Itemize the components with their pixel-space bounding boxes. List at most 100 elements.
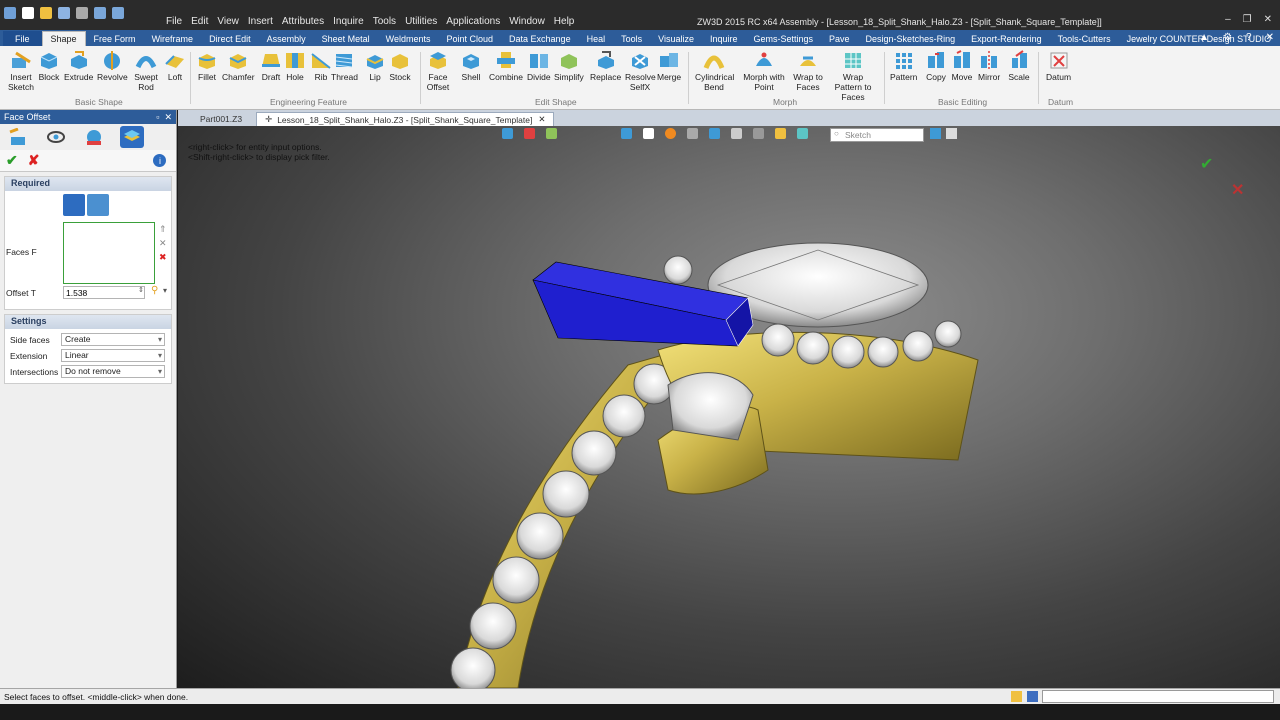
new-file-icon[interactable] bbox=[22, 7, 34, 19]
status-list-icon[interactable] bbox=[1027, 691, 1038, 702]
insert-sketch-button[interactable]: Insert Sketch bbox=[6, 50, 36, 92]
side-faces-dropdown[interactable]: Create bbox=[61, 333, 165, 346]
lip-button[interactable]: Lip bbox=[364, 50, 386, 82]
thread-button[interactable]: Thread bbox=[331, 50, 358, 82]
status-filter-icon[interactable] bbox=[1011, 691, 1022, 702]
tab-shape[interactable]: Shape bbox=[41, 31, 86, 46]
offset-input[interactable] bbox=[63, 286, 145, 299]
face-offset-button[interactable]: Face Offset bbox=[424, 50, 452, 92]
print-icon[interactable] bbox=[76, 7, 88, 19]
scale-button[interactable]: Scale bbox=[1008, 50, 1030, 82]
tab-free-form[interactable]: Free Form bbox=[86, 31, 144, 46]
pattern-button[interactable]: Pattern bbox=[890, 50, 917, 82]
3d-viewport[interactable]: Part001.Z3 ✛ Lesson_18_Split_Shank_Halo.… bbox=[178, 110, 1280, 688]
copy-button[interactable]: Copy bbox=[925, 50, 947, 82]
menu-view[interactable]: View bbox=[217, 16, 239, 27]
tab-wireframe[interactable]: Wireframe bbox=[144, 31, 202, 46]
tab-point-cloud[interactable]: Point Cloud bbox=[439, 31, 502, 46]
replace-button[interactable]: Replace bbox=[590, 50, 621, 82]
hole-button[interactable]: Hole bbox=[284, 50, 306, 82]
morph-with-point-button[interactable]: Morph with Point bbox=[742, 50, 786, 92]
tab-visualize[interactable]: Visualize bbox=[650, 31, 702, 46]
minimize-icon[interactable]: – bbox=[1225, 14, 1231, 25]
cylindrical-bend-button[interactable]: Cylindrical Bend bbox=[695, 50, 734, 92]
menu-insert[interactable]: Insert bbox=[248, 16, 273, 27]
tab-weldments[interactable]: Weldments bbox=[378, 31, 439, 46]
maximize-icon[interactable]: ❐ bbox=[1243, 14, 1252, 25]
face-filter-icon[interactable] bbox=[63, 194, 85, 216]
tab-heal[interactable]: Heal bbox=[579, 31, 614, 46]
menu-edit[interactable]: Edit bbox=[191, 16, 208, 27]
offset-spinner[interactable]: ⇕ bbox=[138, 286, 144, 294]
menu-attributes[interactable]: Attributes bbox=[282, 16, 324, 27]
ok-check-icon[interactable]: ✔ bbox=[6, 152, 18, 169]
shell-button[interactable]: Shell bbox=[460, 50, 482, 82]
stock-button[interactable]: Stock bbox=[389, 50, 411, 82]
panel-pin-icon[interactable]: ▫ bbox=[156, 112, 159, 122]
tab-tools[interactable]: Tools bbox=[613, 31, 650, 46]
resolve-selfx-button[interactable]: Resolve SelfX bbox=[625, 50, 656, 92]
revolve-button[interactable]: Revolve bbox=[97, 50, 128, 82]
remove-item-icon[interactable]: ✕ bbox=[159, 238, 167, 249]
app-logo-icon[interactable] bbox=[4, 7, 16, 19]
tab-export-rendering[interactable]: Export-Rendering bbox=[963, 31, 1050, 46]
menu-applications[interactable]: Applications bbox=[446, 16, 500, 27]
tab-direct-edit[interactable]: Direct Edit bbox=[201, 31, 259, 46]
draft-button[interactable]: Draft bbox=[260, 50, 282, 82]
ribbon-close-icon[interactable]: ✕ bbox=[1266, 32, 1274, 43]
help-icon[interactable]: ? bbox=[1246, 32, 1252, 43]
extrude-button[interactable]: Extrude bbox=[64, 50, 93, 82]
tab-assembly[interactable]: Assembly bbox=[259, 31, 314, 46]
combine-button[interactable]: Combine bbox=[489, 50, 523, 82]
open-file-icon[interactable] bbox=[40, 7, 52, 19]
mirror-button[interactable]: Mirror bbox=[978, 50, 1000, 82]
settings-gear-icon[interactable]: ⚙ bbox=[1223, 32, 1232, 43]
face-offset-tool-icon[interactable] bbox=[120, 126, 144, 148]
history-manager-icon[interactable] bbox=[6, 126, 30, 148]
undo-icon[interactable] bbox=[94, 7, 106, 19]
move-up-icon[interactable]: ⇑ bbox=[159, 224, 167, 235]
delete-item-icon[interactable]: ✖ bbox=[159, 252, 167, 263]
save-icon[interactable] bbox=[58, 7, 70, 19]
menu-file[interactable]: File bbox=[166, 16, 182, 27]
command-input-field[interactable] bbox=[1042, 690, 1274, 703]
menu-window[interactable]: Window bbox=[509, 16, 545, 27]
menu-tools[interactable]: Tools bbox=[373, 16, 396, 27]
swept-rod-button[interactable]: Swept Rod bbox=[134, 50, 158, 92]
tab-pave[interactable]: Pave bbox=[821, 31, 858, 46]
tab-sheet-metal[interactable]: Sheet Metal bbox=[314, 31, 378, 46]
tab-gems-settings[interactable]: Gems-Settings bbox=[746, 31, 822, 46]
faces-list-box[interactable] bbox=[63, 222, 155, 284]
ring-model[interactable] bbox=[178, 110, 1280, 688]
cancel-x-icon[interactable]: ✘ bbox=[28, 152, 40, 169]
extension-dropdown[interactable]: Linear bbox=[61, 349, 165, 362]
divide-button[interactable]: Divide bbox=[527, 50, 551, 82]
wrap-to-faces-button[interactable]: Wrap to Faces bbox=[792, 50, 824, 92]
tab-data-exchange[interactable]: Data Exchange bbox=[501, 31, 579, 46]
tab-inquire[interactable]: Inquire bbox=[702, 31, 746, 46]
block-button[interactable]: Block bbox=[38, 50, 60, 82]
loft-button[interactable]: Loft bbox=[164, 50, 186, 82]
object-manager-icon[interactable] bbox=[82, 126, 106, 148]
simplify-button[interactable]: Simplify bbox=[554, 50, 584, 82]
ribbon-collapse-icon[interactable]: ▲ bbox=[1199, 32, 1209, 43]
menu-help[interactable]: Help bbox=[554, 16, 575, 27]
tab-tools-cutters[interactable]: Tools-Cutters bbox=[1050, 31, 1119, 46]
move-button[interactable]: Move bbox=[951, 50, 973, 82]
rib-button[interactable]: Rib bbox=[310, 50, 332, 82]
wrap-pattern-to-faces-button[interactable]: Wrap Pattern to Faces bbox=[829, 50, 877, 102]
redo-icon[interactable] bbox=[112, 7, 124, 19]
menu-inquire[interactable]: Inquire bbox=[333, 16, 364, 27]
fillet-button[interactable]: Fillet bbox=[196, 50, 218, 82]
face-filter-alt-icon[interactable] bbox=[87, 194, 109, 216]
view-manager-icon[interactable] bbox=[44, 126, 68, 148]
offset-pick-icon[interactable]: ⚲ bbox=[151, 285, 158, 296]
panel-close-icon[interactable]: ✕ bbox=[164, 112, 172, 122]
chamfer-button[interactable]: Chamfer bbox=[222, 50, 255, 82]
merge-button[interactable]: Merge bbox=[657, 50, 681, 82]
datum-button[interactable]: Datum bbox=[1046, 50, 1071, 82]
tab-file[interactable]: File bbox=[3, 31, 42, 46]
tab-design-sketches-ring[interactable]: Design-Sketches-Ring bbox=[858, 31, 964, 46]
menu-utilities[interactable]: Utilities bbox=[405, 16, 437, 27]
close-icon[interactable]: ✕ bbox=[1264, 14, 1272, 25]
